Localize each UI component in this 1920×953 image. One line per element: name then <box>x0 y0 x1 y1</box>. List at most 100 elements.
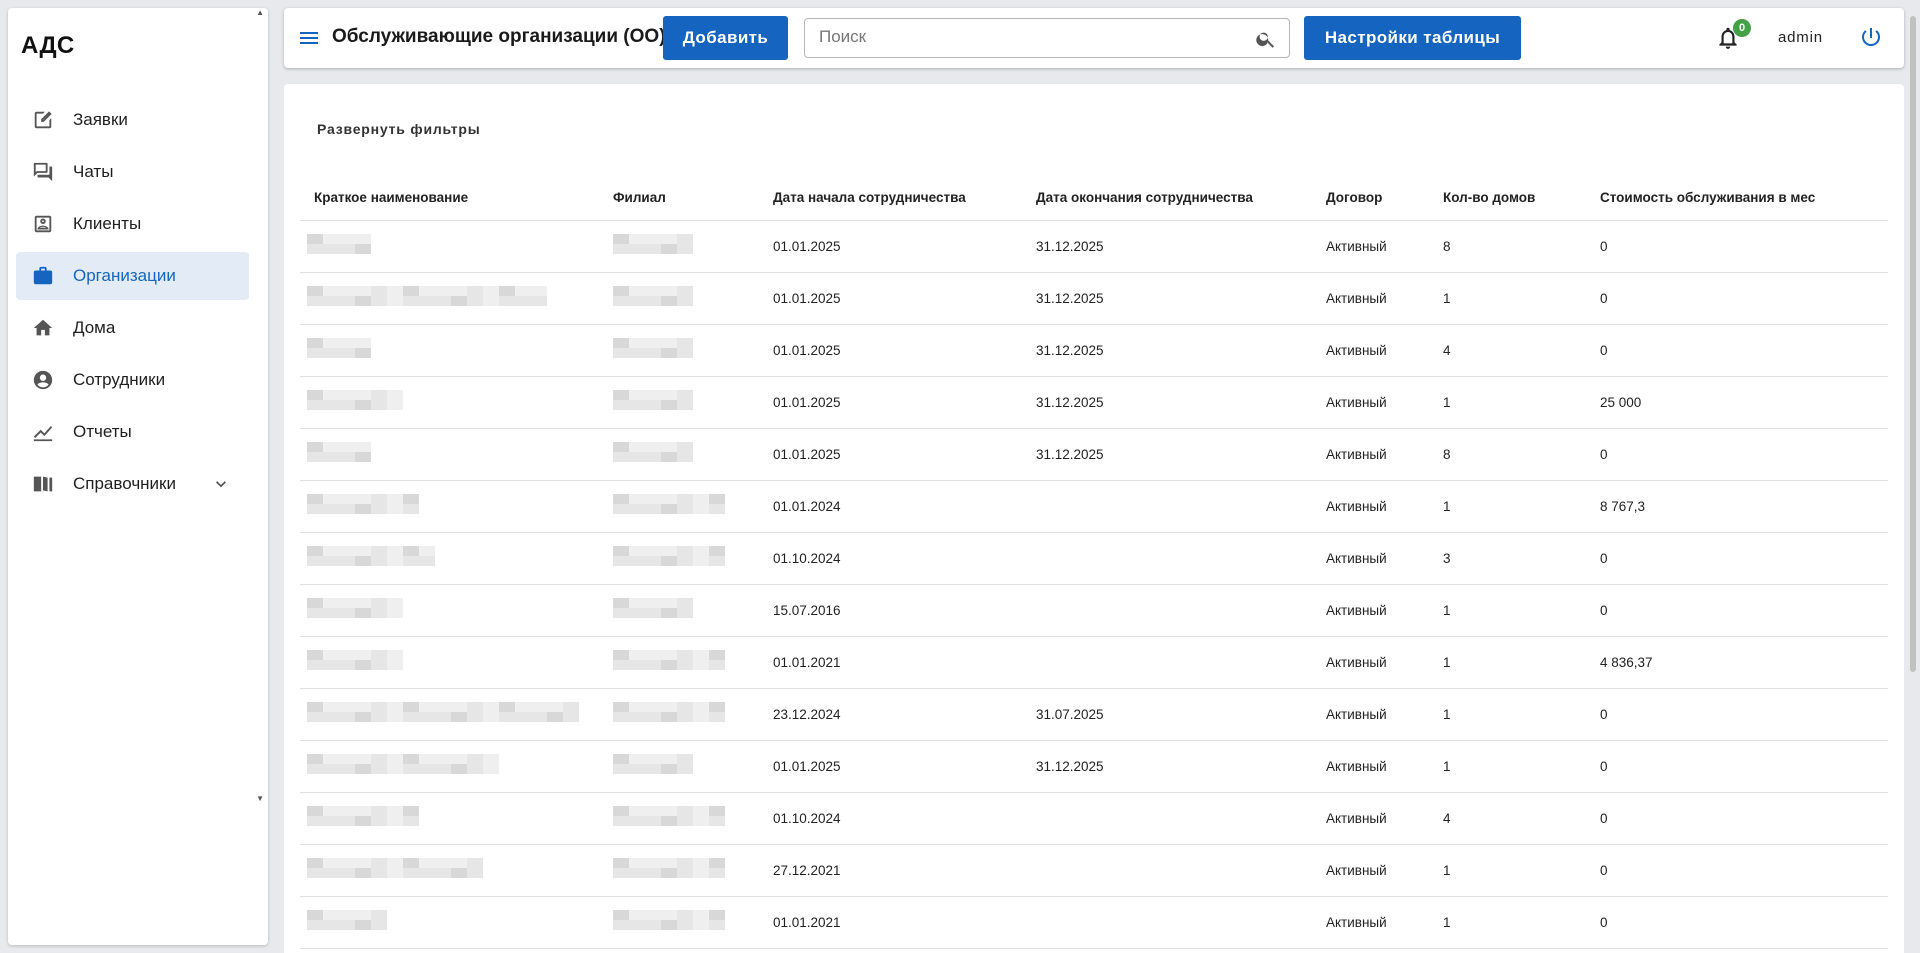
table-row[interactable]: 15.07.2016 Активный 1 0 <box>300 584 1888 637</box>
org-name-cell <box>300 480 613 533</box>
table-row[interactable]: 27.12.2021 Активный 1 0 <box>300 844 1888 897</box>
table-row[interactable]: 01.01.2024 Активный 1 8 767,3 <box>300 480 1888 533</box>
branch-cell <box>613 376 773 429</box>
column-header[interactable]: Краткое наименование <box>300 176 613 221</box>
table-row[interactable]: 01.01.2025 31.12.2025 Активный 1 25 000 <box>300 376 1888 429</box>
redacted-text <box>613 644 725 680</box>
chevron-down-icon[interactable] <box>211 474 231 494</box>
houses-count-cell: 4 <box>1443 792 1600 845</box>
redacted-text <box>613 540 725 576</box>
redacted-text <box>307 852 483 888</box>
sidebar-item-references[interactable]: Справочники <box>16 460 249 508</box>
end-date-cell <box>1036 792 1326 845</box>
scroll-down-arrow-icon[interactable]: ▼ <box>256 794 264 803</box>
end-date-cell <box>1036 480 1326 533</box>
sidebar-item-label: Дома <box>73 318 116 337</box>
branch-cell <box>613 792 773 845</box>
end-date-cell: 31.07.2025 <box>1036 688 1326 741</box>
scrollbar-thumb[interactable] <box>1910 16 1916 672</box>
contract-status-cell: Активный <box>1326 532 1443 585</box>
table-row[interactable]: 01.01.2025 31.12.2025 Активный 4 0 <box>300 324 1888 377</box>
houses-count-cell: 1 <box>1443 844 1600 897</box>
sidebar-item-reports[interactable]: Отчеты <box>16 408 249 456</box>
branch-cell <box>613 272 773 325</box>
search-icon[interactable] <box>1255 28 1277 50</box>
column-header[interactable]: Дата начала сотрудничества <box>773 176 1036 221</box>
branch-cell <box>613 844 773 897</box>
column-header[interactable]: Дата окончания сотрудничества <box>1036 176 1326 221</box>
redacted-text <box>307 228 371 264</box>
branch-cell <box>613 584 773 637</box>
end-date-cell: 31.12.2025 <box>1036 740 1326 793</box>
redacted-text <box>307 384 403 420</box>
table-header-row: Краткое наименование Филиал Дата начала … <box>300 176 1888 221</box>
contract-status-cell: Активный <box>1326 376 1443 429</box>
column-header[interactable]: Филиал <box>613 176 773 221</box>
topbar: Обслуживающие организации (ОО) Добавить … <box>284 8 1904 68</box>
chart-line-icon <box>32 421 54 443</box>
table-row[interactable]: 01.01.2021 Активный 1 4 836,37 <box>300 636 1888 689</box>
end-date-cell <box>1036 532 1326 585</box>
sidebar: ▲ АДС Заявки Чаты Клиенты Организации До… <box>8 8 268 945</box>
sidebar-item-houses[interactable]: Дома <box>16 304 249 352</box>
contract-status-cell: Активный <box>1326 428 1443 481</box>
houses-count-cell: 1 <box>1443 896 1600 949</box>
table-row[interactable]: 23.12.2024 31.07.2025 Активный 1 0 <box>300 688 1888 741</box>
org-name-cell <box>300 844 613 897</box>
monthly-cost-cell: 8 767,3 <box>1600 480 1888 533</box>
monthly-cost-cell: 0 <box>1600 428 1888 481</box>
end-date-cell <box>1036 844 1326 897</box>
redacted-text <box>307 488 419 524</box>
table-row[interactable]: 01.01.2021 Активный 1 0 <box>300 896 1888 949</box>
sidebar-item-requests[interactable]: Заявки <box>16 96 249 144</box>
table-settings-button[interactable]: Настройки таблицы <box>1304 16 1521 60</box>
start-date-cell: 01.01.2025 <box>773 428 1036 481</box>
contract-status-cell: Активный <box>1326 792 1443 845</box>
redacted-text <box>307 696 579 732</box>
start-date-cell: 01.01.2025 <box>773 220 1036 273</box>
scroll-up-arrow-icon[interactable]: ▲ <box>256 8 264 17</box>
start-date-cell: 01.01.2021 <box>773 896 1036 949</box>
table-row[interactable]: 01.01.2025 31.12.2025 Активный 8 0 <box>300 220 1888 273</box>
menu-icon[interactable] <box>297 26 321 50</box>
contact-icon <box>32 213 54 235</box>
start-date-cell: 01.01.2021 <box>773 636 1036 689</box>
table-row[interactable]: 01.10.2024 Активный 4 0 <box>300 792 1888 845</box>
table-row[interactable]: 01.01.2025 31.12.2025 Активный 8 0 <box>300 428 1888 481</box>
branch-cell <box>613 740 773 793</box>
end-date-cell: 31.12.2025 <box>1036 324 1326 377</box>
sidebar-item-chats[interactable]: Чаты <box>16 148 249 196</box>
search-input[interactable] <box>819 19 1239 55</box>
redacted-text <box>613 852 725 888</box>
monthly-cost-cell: 0 <box>1600 324 1888 377</box>
monthly-cost-cell: 0 <box>1600 220 1888 273</box>
sidebar-item-label: Чаты <box>73 162 114 181</box>
sidebar-item-employees[interactable]: Сотрудники <box>16 356 249 404</box>
end-date-cell <box>1036 584 1326 637</box>
power-icon[interactable] <box>1859 25 1883 49</box>
redacted-text <box>307 332 371 368</box>
start-date-cell: 23.12.2024 <box>773 688 1036 741</box>
column-header[interactable]: Стоимость обслуживания в мес <box>1600 176 1888 221</box>
chat-icon <box>32 161 54 183</box>
column-header[interactable]: Договор <box>1326 176 1443 221</box>
page-scrollbar[interactable] <box>1908 6 1918 947</box>
contract-status-cell: Активный <box>1326 740 1443 793</box>
add-button[interactable]: Добавить <box>663 16 788 60</box>
table-row[interactable]: 01.01.2025 31.12.2025 Активный 1 0 <box>300 740 1888 793</box>
table-row[interactable]: 01.01.2025 31.12.2025 Активный 1 0 <box>300 272 1888 325</box>
redacted-text <box>613 748 693 784</box>
sidebar-item-label: Сотрудники <box>73 370 166 389</box>
sidebar-item-label: Заявки <box>73 110 128 129</box>
expand-filters-button[interactable]: Развернуть фильтры <box>317 121 481 137</box>
start-date-cell: 27.12.2021 <box>773 844 1036 897</box>
monthly-cost-cell: 0 <box>1600 584 1888 637</box>
table-row[interactable]: 01.10.2024 Активный 3 0 <box>300 532 1888 585</box>
sidebar-item-clients[interactable]: Клиенты <box>16 200 249 248</box>
user-name[interactable]: admin <box>1778 29 1823 46</box>
sidebar-item-label: Справочники <box>73 474 176 493</box>
column-header[interactable]: Кол-во домов <box>1443 176 1600 221</box>
sidebar-item-organizations[interactable]: Организации <box>16 252 249 300</box>
redacted-text <box>613 228 693 264</box>
page-title: Обслуживающие организации (ОО) <box>332 26 666 47</box>
